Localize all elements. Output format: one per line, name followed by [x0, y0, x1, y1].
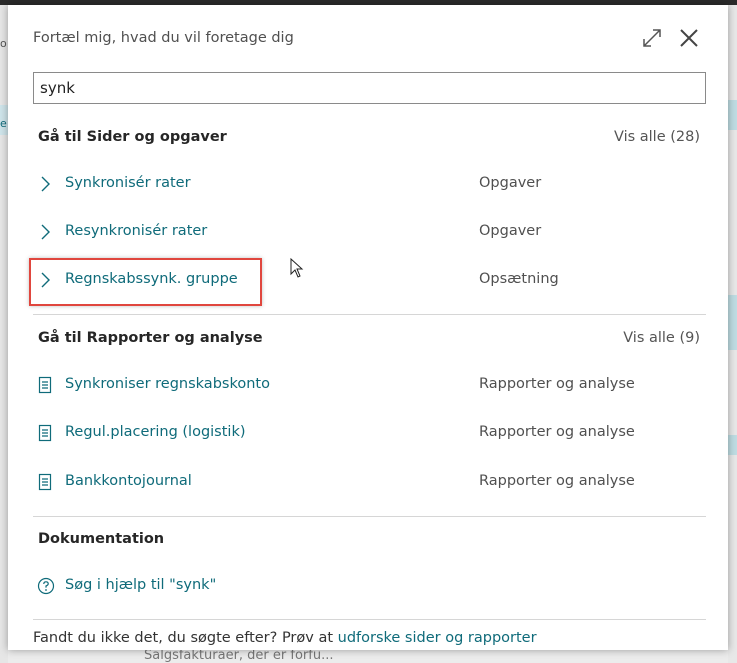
report-icon: [38, 424, 52, 442]
result-category: Rapporter og analyse: [479, 424, 635, 440]
section-title-reports: Gå til Rapporter og analyse: [38, 330, 263, 346]
result-item[interactable]: Resynkronisér rater Opgaver: [33, 215, 706, 249]
search-input[interactable]: [33, 72, 706, 104]
result-label: Synkroniser regnskabskonto: [65, 376, 270, 392]
background-bottom: Salgsfakturaer, der er forfu...: [8, 650, 728, 663]
help-link-label: Søg i hjælp til "synk": [65, 577, 217, 593]
result-item[interactable]: Regul.placering (logistik) Rapporter og …: [33, 416, 706, 450]
background-left: o e: [0, 5, 8, 663]
report-icon: [38, 473, 52, 491]
background-fragment: Salgsfakturaer, der er forfu...: [144, 650, 334, 663]
section-title-pages: Gå til Sider og opgaver: [38, 129, 227, 145]
section-divider: [33, 516, 706, 517]
result-item[interactable]: Regnskabssynk. gruppe Opsætning: [33, 263, 706, 297]
result-label: Synkronisér rater: [65, 175, 191, 191]
tell-me-dialog: Fortæl mig, hvad du vil foretage dig Gå …: [8, 5, 728, 650]
background-right: [728, 5, 737, 663]
explore-link[interactable]: udforske sider og rapporter: [338, 630, 537, 646]
help-search-link[interactable]: Søg i hjælp til "synk": [33, 569, 706, 603]
view-all-pages-link[interactable]: Vis alle (28): [614, 129, 700, 145]
background-fragment: e: [0, 117, 7, 130]
result-label: Regul.placering (logistik): [65, 424, 246, 440]
result-label: Bankkontojournal: [65, 473, 192, 489]
result-category: Opgaver: [479, 223, 542, 239]
footer: Fandt du ikke det, du søgte efter? Prøv …: [33, 630, 537, 646]
view-all-reports-link[interactable]: Vis alle (9): [623, 330, 700, 346]
background-fragment: o: [0, 37, 7, 50]
section-divider: [33, 314, 706, 315]
chevron-right-icon: [41, 272, 50, 288]
result-item[interactable]: Bankkontojournal Rapporter og analyse: [33, 465, 706, 499]
close-icon: [680, 29, 698, 47]
result-category: Opsætning: [479, 271, 559, 287]
close-button[interactable]: [676, 25, 702, 51]
result-category: Rapporter og analyse: [479, 376, 635, 392]
result-label: Regnskabssynk. gruppe: [65, 271, 238, 287]
report-icon: [38, 376, 52, 394]
chevron-right-icon: [41, 176, 50, 192]
expand-icon: [643, 29, 661, 47]
footer-text: Fandt du ikke det, du søgte efter? Prøv …: [33, 630, 338, 646]
chevron-right-icon: [41, 224, 50, 240]
result-category: Rapporter og analyse: [479, 473, 635, 489]
section-divider: [33, 619, 706, 620]
dialog-title: Fortæl mig, hvad du vil foretage dig: [33, 30, 294, 46]
help-icon: [37, 577, 55, 595]
mouse-cursor-icon: [290, 258, 304, 278]
result-category: Opgaver: [479, 175, 542, 191]
expand-button[interactable]: [640, 26, 664, 50]
result-item[interactable]: Synkronisér rater Opgaver: [33, 167, 706, 201]
result-item[interactable]: Synkroniser regnskabskonto Rapporter og …: [33, 368, 706, 402]
section-title-documentation: Dokumentation: [38, 531, 165, 547]
result-label: Resynkronisér rater: [65, 223, 208, 239]
